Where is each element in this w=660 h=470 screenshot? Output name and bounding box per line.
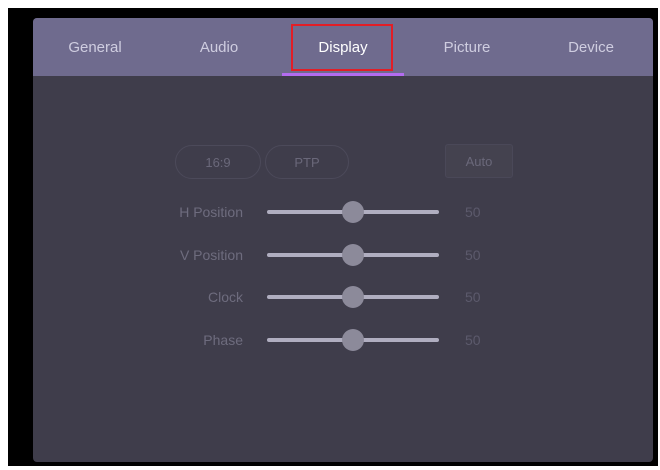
phase-label: Phase xyxy=(203,332,243,348)
phase-row: Phase 50 xyxy=(33,325,653,355)
h-position-row: H Position 50 xyxy=(33,197,653,227)
v-position-slider[interactable] xyxy=(267,240,439,270)
slider-thumb[interactable] xyxy=(342,244,364,266)
slider-thumb[interactable] xyxy=(342,329,364,351)
phase-value: 50 xyxy=(465,332,481,348)
tab-audio[interactable]: Audio xyxy=(157,18,281,76)
aspect-16-9-button[interactable]: 16:9 xyxy=(175,145,261,179)
tab-display[interactable]: Display xyxy=(281,18,405,76)
h-position-label: H Position xyxy=(179,204,243,220)
tab-picture[interactable]: Picture xyxy=(405,18,529,76)
v-position-label: V Position xyxy=(179,247,243,263)
v-position-value: 50 xyxy=(465,247,481,263)
slider-thumb[interactable] xyxy=(342,201,364,223)
h-position-slider[interactable] xyxy=(267,197,439,227)
tab-bar: General Audio Display Picture Device xyxy=(33,18,653,76)
clock-slider[interactable] xyxy=(267,282,439,312)
active-tab-indicator xyxy=(282,73,404,76)
clock-row: Clock 50 xyxy=(33,282,653,312)
settings-panel: General Audio Display Picture Device 16:… xyxy=(33,18,653,462)
phase-slider[interactable] xyxy=(267,325,439,355)
v-position-row: V Position 50 xyxy=(33,240,653,270)
clock-label: Clock xyxy=(207,289,243,305)
auto-button[interactable]: Auto xyxy=(445,144,513,178)
tab-device[interactable]: Device xyxy=(529,18,653,76)
h-position-value: 50 xyxy=(465,204,481,220)
clock-value: 50 xyxy=(465,289,481,305)
slider-thumb[interactable] xyxy=(342,286,364,308)
aspect-ptp-button[interactable]: PTP xyxy=(265,145,349,179)
tab-general[interactable]: General xyxy=(33,18,157,76)
